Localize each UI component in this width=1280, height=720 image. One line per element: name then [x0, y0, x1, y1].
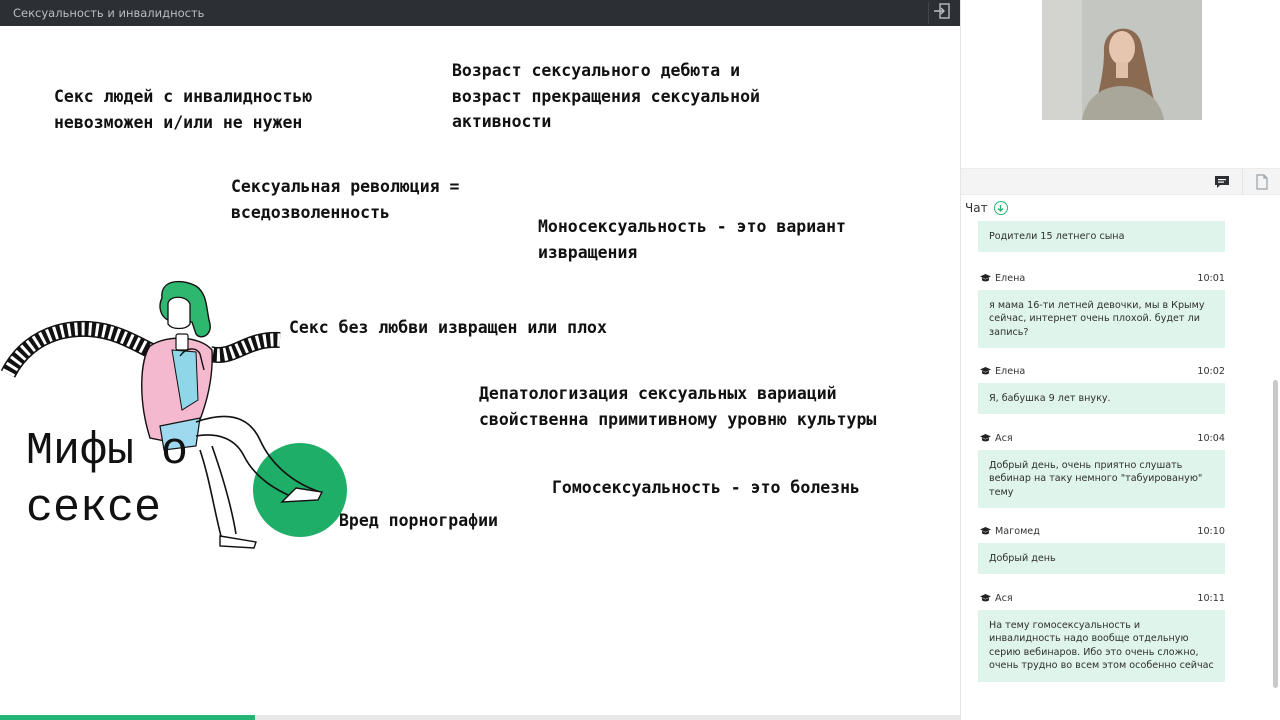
message-author: Ася: [980, 433, 1013, 444]
chat-header: Чат: [965, 200, 1008, 216]
message-text: Добрый день: [978, 543, 1225, 575]
sidebar-toolbar: [961, 168, 1280, 195]
message-author: Магомед: [980, 526, 1040, 537]
chat-message: Елена 10:02 Я, бабушка 9 лет внуку.: [978, 366, 1225, 415]
message-text: Добрый день, очень приятно слушать вебин…: [978, 450, 1225, 509]
chat-message: Елена 10:01 я мама 16-ти летней девочки,…: [978, 273, 1225, 349]
graduation-cap-icon: [980, 367, 991, 375]
myth-disability-sex: Секс людей с инвалидностью невозможен и/…: [54, 87, 313, 132]
speaker-video: [1042, 0, 1202, 120]
message-text: На тему гомосексуальность и инвалидность…: [978, 610, 1225, 682]
presentation-title: Сексуальность и инвалидность: [13, 6, 205, 20]
myth-depathologization: Депатологизация сексуальных вариаций сво…: [479, 384, 877, 429]
chat-message: Ася 10:11 На тему гомосексуальность и ин…: [978, 593, 1225, 682]
message-text: я мама 16-ти летней девочки, мы в Крыму …: [978, 290, 1225, 349]
message-author: Елена: [980, 366, 1025, 377]
message-time: 10:04: [1197, 433, 1225, 444]
files-tab[interactable]: [1242, 169, 1280, 195]
chat-message: Родители 15 летнего сына: [978, 218, 1225, 253]
graduation-cap-icon: [980, 594, 991, 602]
message-author: Елена: [980, 273, 1025, 284]
chat-message: Магомед 10:10 Добрый день: [978, 526, 1225, 575]
graduation-cap-icon: [980, 527, 991, 535]
message-author: Ася: [980, 593, 1013, 604]
myth-monosexuality: Моносексуальность - это вариант извращен…: [538, 217, 846, 262]
myth-sexual-debut-age: Возраст сексуального дебюта и возраст пр…: [452, 61, 760, 131]
sidebar: Чат Родители 15 летнего сына Елена 10:01…: [960, 0, 1280, 720]
message-time: 10:10: [1197, 526, 1225, 537]
myth-pornography-harm: Вред порнографии: [339, 511, 498, 530]
message-text: Родители 15 летнего сына: [978, 221, 1225, 253]
myth-sexual-revolution: Сексуальная революция = вседозволенность: [231, 177, 460, 222]
chat-icon: [1215, 176, 1229, 188]
file-icon: [1255, 174, 1268, 190]
slide: Секс людей с инвалидностью невозможен и/…: [0, 26, 960, 716]
slide-progress-fill: [0, 715, 256, 720]
download-icon[interactable]: [993, 201, 1008, 215]
graduation-cap-icon: [980, 434, 991, 442]
presentation-topbar: Сексуальность и инвалидность: [0, 0, 960, 26]
message-time: 10:01: [1197, 273, 1225, 284]
webinar-window: Сексуальность и инвалидность Секс людей …: [0, 0, 1280, 720]
slide-progress-bar: [0, 715, 960, 720]
graduation-cap-icon: [980, 274, 991, 282]
chat-messages: Родители 15 летнего сына Елена 10:01 я м…: [961, 220, 1271, 700]
myth-homosexuality: Гомосексуальность - это болезнь: [552, 478, 860, 497]
chat-message: Ася 10:04 Добрый день, очень приятно слу…: [978, 433, 1225, 509]
presentation-area: Сексуальность и инвалидность Секс людей …: [0, 0, 960, 720]
slide-heading: Мифы о сексе: [26, 426, 189, 534]
chat-label: Чат: [965, 201, 988, 215]
chat-scrollbar[interactable]: [1273, 380, 1278, 688]
exit-icon[interactable]: [928, 2, 952, 24]
message-time: 10:02: [1197, 366, 1225, 377]
message-text: Я, бабушка 9 лет внуку.: [978, 383, 1225, 415]
message-time: 10:11: [1197, 593, 1225, 604]
chat-tab[interactable]: [1203, 169, 1241, 195]
